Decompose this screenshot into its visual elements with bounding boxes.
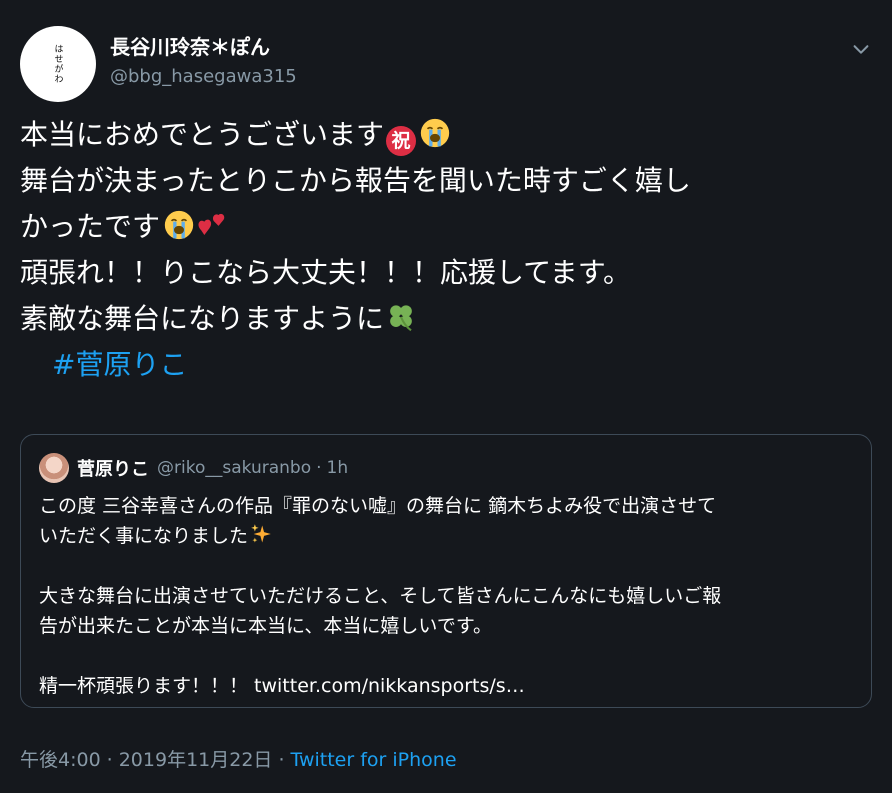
- crying-face-emoji: [164, 210, 194, 240]
- four-leaf-clover-emoji: [390, 305, 412, 332]
- tweet-text-line: 頑張れ！！りこなら大丈夫！！！応援してます。: [20, 250, 872, 296]
- sparkles-emoji: [251, 524, 271, 543]
- quoted-avatar: [39, 453, 69, 483]
- author-handle[interactable]: @bbg_hasegawa315: [110, 64, 297, 90]
- tweet-time[interactable]: 午後4:00: [20, 749, 101, 771]
- quoted-text-line: 告が出来たことが本当に本当に、本当に嬉しいです。: [39, 615, 492, 637]
- author-names: 長谷川玲奈＊ぽん @bbg_hasegawa315: [110, 34, 297, 90]
- quoted-blank-line: [39, 551, 853, 581]
- quoted-tweet-text: この度 三谷幸喜さんの作品『罪のない嘘』の舞台に 鏑木ちよみ役で出演させて いた…: [39, 491, 853, 701]
- footer-separator: ·: [278, 749, 285, 771]
- two-hearts-emoji: [198, 213, 225, 235]
- quoted-display-name: 菅原りこ: [77, 459, 149, 480]
- tweet-text-line: 素敵な舞台になりますように: [20, 296, 872, 342]
- tweet-line-2: 舞台が決まったとりこから報告を聞いた時すごく嬉し: [20, 164, 691, 197]
- tweet-text: 本当におめでとうございます祝 舞台が決まったとりこから報告を聞いた時すごく嬉し …: [20, 112, 872, 388]
- author-display-name[interactable]: 長谷川玲奈＊ぽん: [110, 34, 297, 60]
- tweet-header: はせがわ 長谷川玲奈＊ぽん @bbg_hasegawa315: [20, 26, 872, 102]
- quoted-tweet-header: 菅原りこ @riko__sakuranbo · 1h: [39, 453, 853, 483]
- tweet-date[interactable]: 2019年11月22日: [119, 749, 273, 771]
- tweet-line-1: 本当におめでとうございます: [20, 118, 385, 151]
- quoted-blank-line: [39, 641, 853, 671]
- tweet-line-4: 頑張れ！！りこなら大丈夫！！！応援してます。: [20, 256, 631, 289]
- crying-face-emoji: [420, 118, 450, 148]
- tweet-text-line: 舞台が決まったとりこから報告を聞いた時すごく嬉し: [20, 158, 872, 204]
- footer-separator: ·: [106, 749, 113, 771]
- quoted-tweet-card[interactable]: 菅原りこ @riko__sakuranbo · 1h この度 三谷幸喜さんの作品…: [20, 434, 872, 708]
- avatar-text: はせがわ: [52, 44, 63, 84]
- hashtag-link[interactable]: #菅原りこ: [52, 342, 187, 388]
- quoted-text-line: 大きな舞台に出演させていただけること、そして皆さんにこんなにも嬉しいご報: [39, 585, 722, 607]
- tweet-text-line: かったです: [20, 204, 872, 250]
- quoted-text-line: いただく事になりました: [39, 521, 853, 551]
- congratulation-emoji: 祝: [386, 126, 417, 156]
- tweet-footer: 午後4:00 · 2019年11月22日 · Twitter for iPhone: [20, 745, 457, 775]
- quoted-text-line: 精一杯頑張ります！！！ twitter.com/nikkansports/s…: [39, 675, 525, 697]
- quoted-timestamp: 1h: [326, 458, 349, 478]
- quoted-handle: @riko__sakuranbo: [157, 458, 312, 478]
- tweet-text-line: #菅原りこ: [20, 342, 872, 388]
- chevron-down-icon[interactable]: [850, 38, 872, 60]
- tweet-line-5: 素敵な舞台になりますように: [20, 302, 385, 335]
- quoted-text-line: この度 三谷幸喜さんの作品『罪のない嘘』の舞台に 鏑木ちよみ役で出演させて: [39, 495, 717, 517]
- quoted-separator: ·: [316, 458, 322, 478]
- tweet-line-3: かったです: [20, 210, 161, 243]
- tweet-source-link[interactable]: Twitter for iPhone: [290, 749, 456, 771]
- quoted-text-line-2: いただく事になりました: [39, 525, 249, 547]
- tweet: はせがわ 長谷川玲奈＊ぽん @bbg_hasegawa315 本当におめでとうご…: [0, 0, 892, 793]
- tweet-text-line: 本当におめでとうございます祝: [20, 112, 872, 158]
- avatar[interactable]: はせがわ: [20, 26, 96, 102]
